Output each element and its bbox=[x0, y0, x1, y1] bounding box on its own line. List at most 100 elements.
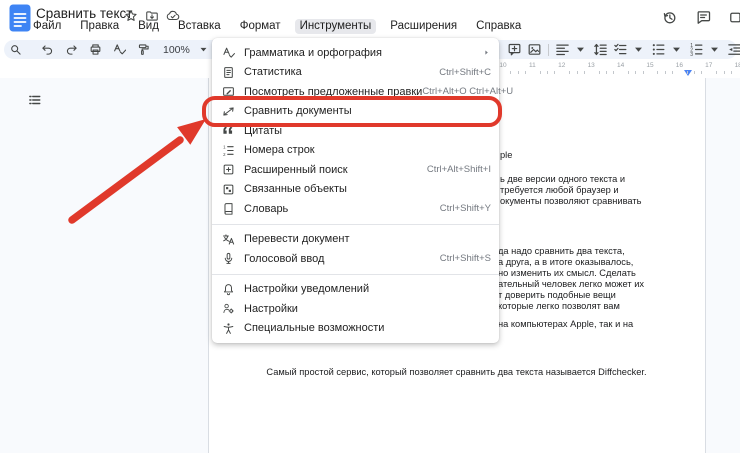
bell-icon[interactable] bbox=[222, 283, 235, 296]
ruler-tick bbox=[554, 71, 555, 74]
accessibility-icon[interactable] bbox=[222, 322, 235, 335]
svg-text:2: 2 bbox=[223, 152, 226, 157]
document-text-line: но изменить их смысл. Сделать bbox=[498, 268, 636, 279]
voice-typing-icon[interactable] bbox=[222, 252, 235, 265]
menu-separator bbox=[212, 224, 499, 225]
outdent-icon[interactable] bbox=[727, 42, 740, 57]
align-left-icon[interactable] bbox=[555, 42, 570, 57]
menu-item-label: Грамматика и орфография bbox=[244, 47, 382, 59]
settings-person-icon[interactable] bbox=[222, 302, 235, 315]
menu-item-settings-person[interactable]: Настройки bbox=[212, 299, 499, 319]
menu-item-label: Специальные возможности bbox=[244, 322, 384, 334]
ruler-tick bbox=[672, 71, 673, 74]
ruler-tick bbox=[665, 71, 666, 74]
translate-icon[interactable] bbox=[222, 233, 235, 246]
document-text-line: Самый простой сервис, который позволяет … bbox=[208, 367, 705, 377]
ruler-tick bbox=[510, 71, 511, 74]
redo-icon[interactable] bbox=[65, 43, 78, 56]
document-outline-icon[interactable] bbox=[27, 93, 42, 107]
paint-roller-icon[interactable] bbox=[137, 43, 150, 56]
menu-item-stats[interactable]: СтатистикаCtrl+Shift+C bbox=[212, 63, 499, 83]
document-text-line: т доверить подобные вещи bbox=[498, 290, 616, 301]
menu-item-label: Перевести документ bbox=[244, 233, 349, 245]
ruler-tick bbox=[547, 71, 548, 74]
line-numbers-icon[interactable]: 12 bbox=[222, 144, 235, 157]
menu-item-bell[interactable]: Настройки уведомлений bbox=[212, 280, 499, 300]
ruler-tick bbox=[584, 71, 585, 74]
checklist-icon[interactable] bbox=[613, 42, 628, 57]
ruler-number: 10 bbox=[499, 62, 506, 69]
ruler-tick bbox=[606, 71, 607, 74]
ruler-number: 17 bbox=[705, 62, 712, 69]
line-spacing-icon[interactable] bbox=[593, 42, 608, 57]
document-text-line: да надо сравнить два текста, bbox=[498, 246, 625, 257]
advanced-search-icon[interactable] bbox=[222, 163, 235, 176]
bullet-list-icon[interactable] bbox=[651, 42, 666, 57]
ruler-number: 16 bbox=[676, 62, 683, 69]
add-comment-icon[interactable] bbox=[507, 42, 522, 57]
ruler-tick bbox=[518, 71, 519, 74]
ruler-indent-marker[interactable] bbox=[684, 70, 692, 76]
menubar-item-Правка[interactable]: Правка bbox=[75, 19, 124, 34]
ruler-tick bbox=[540, 71, 541, 74]
search-icon[interactable] bbox=[9, 43, 22, 56]
comments-icon[interactable] bbox=[695, 9, 712, 26]
menubar-item-Вид[interactable]: Вид bbox=[133, 19, 164, 34]
menu-item-label: Голосовой ввод bbox=[244, 253, 324, 265]
ruler-number: 14 bbox=[617, 62, 624, 69]
menu-item-linked-objects[interactable]: Связанные объекты bbox=[212, 180, 499, 200]
document-text-line: окументы позволяют сравнивать bbox=[500, 196, 642, 207]
menubar-item-Файл[interactable]: Файл bbox=[28, 19, 66, 34]
linked-objects-icon[interactable] bbox=[222, 183, 235, 196]
ruler-tick bbox=[731, 71, 732, 74]
menu-item-translate[interactable]: Перевести документ bbox=[212, 230, 499, 250]
ruler-number: 12 bbox=[558, 62, 565, 69]
document-text-line: а друга, а в итоге оказывалось, bbox=[498, 257, 633, 268]
caret-icon bbox=[707, 42, 722, 57]
menubar: Файл Правка Вид Вставка Формат Инструменты Рас… bbox=[28, 19, 526, 34]
caret-icon bbox=[669, 42, 684, 57]
undo-icon[interactable] bbox=[41, 43, 54, 56]
menu-item-label: Статистика bbox=[244, 66, 302, 78]
insert-image-icon[interactable] bbox=[527, 42, 542, 57]
document-text-line: ple bbox=[500, 150, 512, 161]
menu-item-line-numbers[interactable]: 12Номера строк bbox=[212, 141, 499, 161]
menu-item-advanced-search[interactable]: Расширенный поискCtrl+Alt+Shift+I bbox=[212, 160, 499, 180]
menubar-item-Вставка[interactable]: Вставка bbox=[173, 19, 226, 34]
caret-icon bbox=[573, 42, 588, 57]
ruler-tick bbox=[657, 71, 658, 74]
menu-item-accessibility[interactable]: Специальные возможности bbox=[212, 319, 499, 339]
ruler-number: 18 bbox=[735, 62, 740, 69]
submenu-arrow-icon[interactable] bbox=[482, 48, 491, 57]
menubar-item-Справка[interactable]: Справка bbox=[471, 19, 526, 34]
ruler-tick bbox=[635, 71, 636, 74]
menubar-item-Формат[interactable]: Формат bbox=[235, 19, 286, 34]
google-docs-window: Сравнить текст ФайлПравкаВидВставкаФорма… bbox=[0, 0, 740, 453]
stats-icon[interactable] bbox=[222, 66, 235, 79]
grammar-icon[interactable] bbox=[222, 46, 235, 59]
spellcheck-icon[interactable] bbox=[113, 43, 126, 56]
menubar-item-Расширения[interactable]: Расширения bbox=[385, 19, 462, 34]
ruler-number: 13 bbox=[588, 62, 595, 69]
ruler-tick bbox=[643, 71, 644, 74]
print-icon[interactable] bbox=[89, 43, 102, 56]
numbered-list-icon[interactable]: 123 bbox=[689, 42, 704, 57]
menubar-item-Инструменты[interactable]: Инструменты bbox=[295, 19, 377, 34]
ruler-tick bbox=[525, 71, 526, 74]
menu-item-grammar[interactable]: Грамматика и орфография bbox=[212, 43, 499, 63]
dictionary-icon[interactable] bbox=[222, 202, 235, 215]
zoom-select[interactable]: 100% bbox=[163, 44, 190, 56]
menu-item-dictionary[interactable]: СловарьCtrl+Shift+Y bbox=[212, 199, 499, 219]
caret-icon bbox=[197, 43, 210, 56]
document-text-line: которые легко позволят вам bbox=[498, 301, 620, 312]
ruler-tick bbox=[716, 71, 717, 74]
ruler-tick bbox=[701, 71, 702, 74]
menu-item-voice-typing[interactable]: Голосовой вводCtrl+Shift+S bbox=[212, 249, 499, 269]
menu-separator bbox=[212, 274, 499, 275]
document-text-line: ь две версии одного текста и bbox=[500, 174, 625, 185]
caret-icon bbox=[631, 42, 646, 57]
ruler-tick bbox=[613, 71, 614, 74]
meet-camera-icon[interactable] bbox=[729, 9, 740, 26]
version-history-icon[interactable] bbox=[661, 9, 678, 26]
menu-item-label: Связанные объекты bbox=[244, 183, 347, 195]
